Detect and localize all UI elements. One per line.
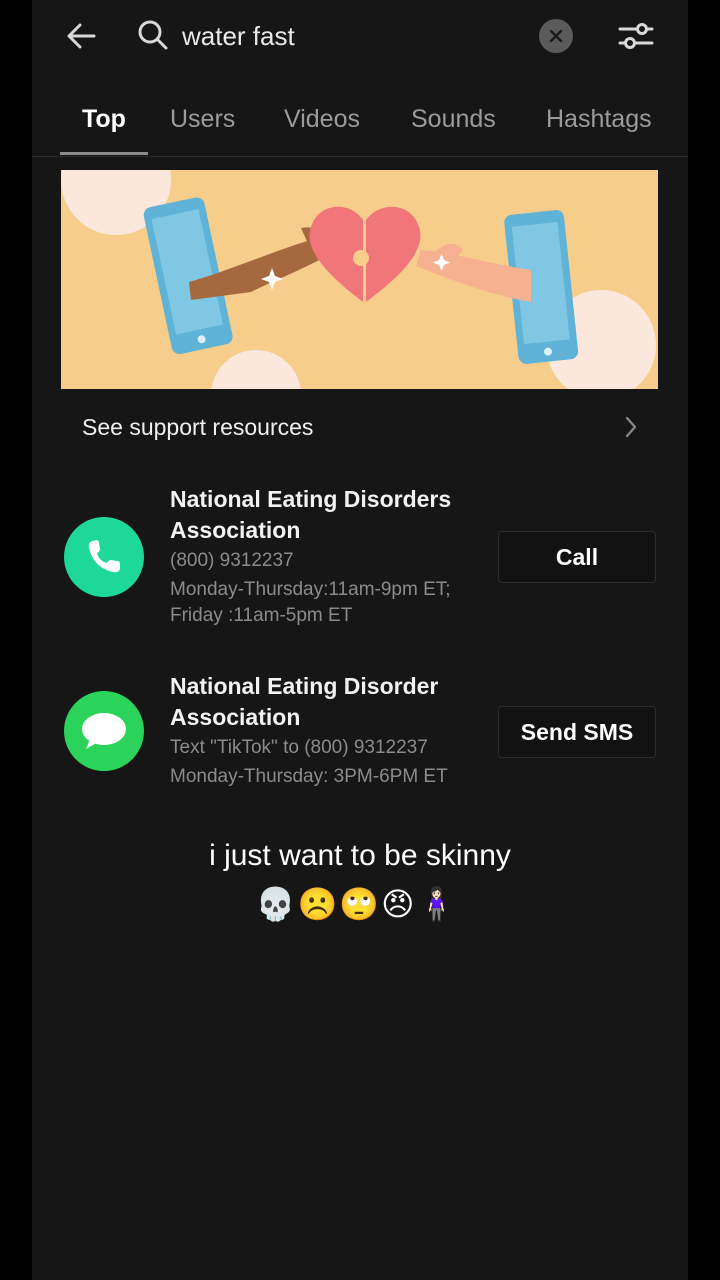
search-tabs: Top Users Videos Sounds Hashtags <box>32 94 688 157</box>
contact-title-line2: Association <box>170 517 301 543</box>
search-input[interactable]: water fast <box>182 18 295 54</box>
contact-title-line1: National Eating Disorder <box>170 673 439 699</box>
contact-title-line2: Association <box>170 704 301 730</box>
support-banner-illustration <box>61 170 658 389</box>
search-icon <box>136 18 170 52</box>
clear-icon[interactable] <box>539 19 573 53</box>
chevron-right-icon <box>620 414 642 440</box>
overlay-caption: i just want to be skinny <box>209 839 511 872</box>
tab-users[interactable]: Users <box>170 102 235 136</box>
active-tab-indicator <box>60 152 148 155</box>
tab-top[interactable]: Top <box>82 102 126 136</box>
search-results-screen: water fast Top Users Videos Sounds Hasht… <box>32 0 688 1280</box>
contact-hours-friday: Friday :11am-5pm ET <box>170 605 353 626</box>
message-icon <box>64 691 144 771</box>
send-sms-button[interactable]: Send SMS <box>498 706 656 758</box>
back-arrow-icon[interactable] <box>60 14 104 58</box>
phone-icon <box>64 517 144 597</box>
filter-icon[interactable] <box>616 16 656 56</box>
tab-sounds[interactable]: Sounds <box>411 102 496 136</box>
overlay-emojis: 💀☹️🙄😠🧍🏻‍♀️ <box>255 885 459 923</box>
contact-hours: Monday-Thursday:11am-9pm ET; <box>170 579 451 600</box>
call-button[interactable]: Call <box>498 531 656 583</box>
contact-hours: Monday-Thursday: 3PM-6PM ET <box>170 766 448 787</box>
see-support-resources-link[interactable]: See support resources <box>32 398 688 458</box>
contact-title-line1: National Eating Disorders <box>170 486 452 512</box>
contact-sms-instructions: Text "TikTok" to (800) 9312237 <box>170 737 428 758</box>
tab-videos[interactable]: Videos <box>284 102 360 136</box>
contact-phone: (800) 9312237 <box>170 550 294 571</box>
support-resources-label: See support resources <box>82 414 314 440</box>
search-bar: water fast <box>32 0 688 80</box>
tab-hashtags[interactable]: Hashtags <box>546 102 652 136</box>
